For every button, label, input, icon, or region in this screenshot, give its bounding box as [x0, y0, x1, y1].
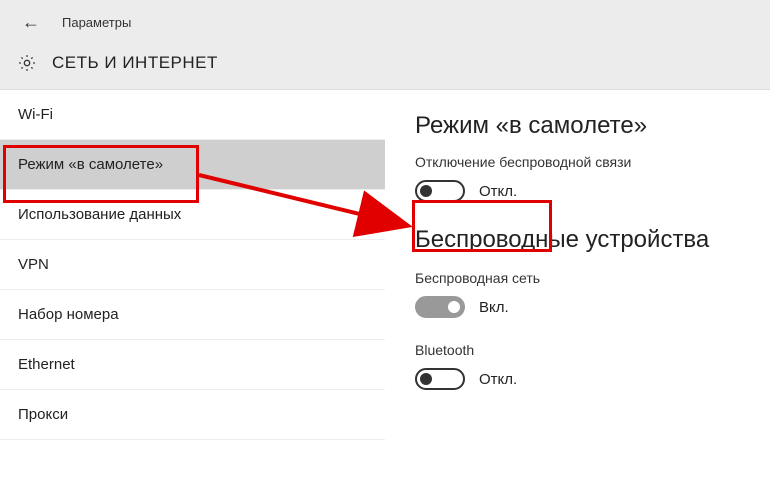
- sidebar-item-ethernet[interactable]: Ethernet: [0, 340, 385, 390]
- bluetooth-toggle-label: Откл.: [479, 371, 517, 388]
- sidebar-item-data-usage[interactable]: Использование данных: [0, 190, 385, 240]
- sidebar-item-wifi[interactable]: Wi-Fi: [0, 90, 385, 140]
- sidebar-item-label: Wi-Fi: [18, 106, 53, 123]
- wifi-toggle-row: Вкл.: [415, 296, 746, 318]
- sidebar-item-label: VPN: [18, 256, 49, 273]
- bluetooth-toggle-row: Откл.: [415, 368, 746, 390]
- wifi-label: Беспроводная сеть: [415, 270, 746, 286]
- sidebar-item-airplane[interactable]: Режим «в самолете»: [0, 140, 385, 190]
- content-panel: Режим «в самолете» Отключение беспроводн…: [385, 90, 770, 503]
- airplane-toggle[interactable]: [415, 180, 465, 202]
- header-bar: ← Параметры СЕТЬ И ИНТЕРНЕТ: [0, 0, 770, 90]
- bluetooth-toggle[interactable]: [415, 368, 465, 390]
- app-title: Параметры: [62, 15, 131, 30]
- wireless-section-title: Беспроводные устройства: [415, 226, 746, 254]
- toggle-knob-icon: [448, 301, 460, 313]
- sidebar-item-label: Прокси: [18, 406, 68, 423]
- sidebar-item-label: Использование данных: [18, 206, 181, 223]
- wifi-toggle[interactable]: [415, 296, 465, 318]
- sidebar-item-label: Ethernet: [18, 356, 75, 373]
- airplane-section-title: Режим «в самолете»: [415, 112, 746, 140]
- header-top: ← Параметры: [16, 8, 754, 36]
- sidebar-item-label: Набор номера: [18, 306, 119, 323]
- airplane-toggle-label: Откл.: [479, 183, 517, 200]
- gear-icon: [16, 52, 38, 74]
- sidebar-item-proxy[interactable]: Прокси: [0, 390, 385, 440]
- toggle-knob-icon: [420, 185, 432, 197]
- sidebar-item-dialup[interactable]: Набор номера: [0, 290, 385, 340]
- header-sub: СЕТЬ И ИНТЕРНЕТ: [16, 52, 754, 74]
- toggle-knob-icon: [420, 373, 432, 385]
- airplane-toggle-row: Откл.: [415, 180, 746, 202]
- sidebar: Wi-Fi Режим «в самолете» Использование д…: [0, 90, 385, 503]
- back-arrow-icon[interactable]: ←: [16, 10, 46, 35]
- sidebar-item-vpn[interactable]: VPN: [0, 240, 385, 290]
- airplane-section-subtitle: Отключение беспроводной связи: [415, 154, 746, 170]
- page-title: СЕТЬ И ИНТЕРНЕТ: [52, 53, 218, 73]
- body: Wi-Fi Режим «в самолете» Использование д…: [0, 90, 770, 503]
- wifi-toggle-label: Вкл.: [479, 299, 509, 316]
- sidebar-item-label: Режим «в самолете»: [18, 156, 163, 173]
- bluetooth-label: Bluetooth: [415, 342, 746, 358]
